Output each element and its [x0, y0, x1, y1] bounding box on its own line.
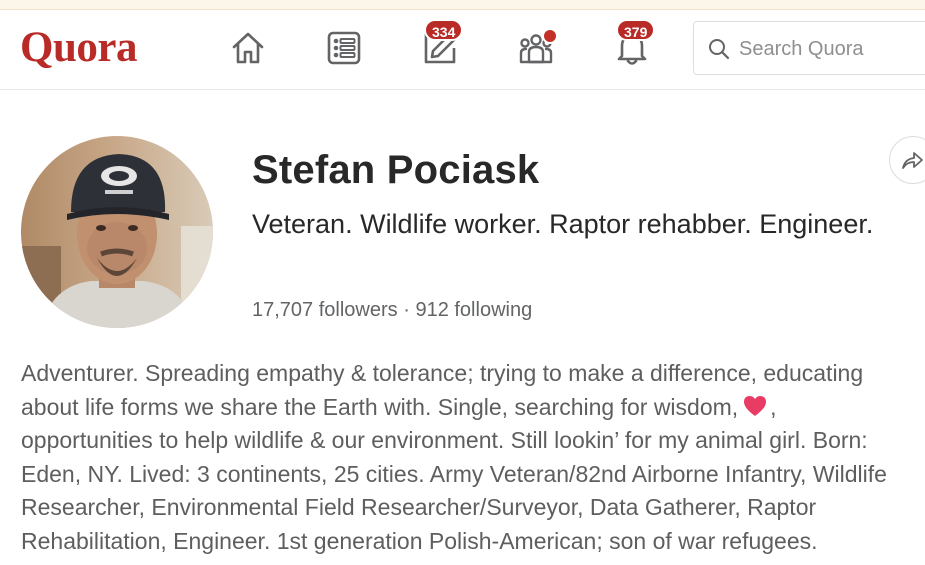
top-strip — [0, 0, 925, 10]
bio-line: Eden, NY. Lived: 3 continents, 25 cities… — [21, 460, 887, 487]
quora-logo[interactable]: Quora — [20, 24, 137, 72]
search-placeholder: Search Quora — [739, 38, 864, 60]
search-input[interactable]: Search Quora — [693, 21, 925, 75]
profile-name: Stefan Pociask — [252, 148, 540, 192]
stats-separator: · — [403, 299, 410, 321]
nav-following[interactable] — [322, 26, 366, 70]
followers-link[interactable]: 17,707 followers — [252, 299, 398, 321]
share-arrow-icon — [902, 152, 923, 169]
nav-home[interactable] — [226, 26, 270, 70]
profile-avatar[interactable] — [21, 136, 213, 328]
follow-stats: 17,707 followers · 912 following — [252, 296, 532, 324]
following-link[interactable]: 912 following — [415, 299, 532, 321]
top-nav-bar: Quora 334 379 Search Quora — [0, 10, 925, 90]
following-list-icon — [327, 31, 361, 65]
profile-tagline: Veteran. Wildlife worker. Raptor rehabbe… — [252, 209, 874, 239]
answer-badge: 334 — [424, 19, 464, 41]
home-icon — [232, 32, 264, 64]
bio-line: opportunities to help wildlife & our env… — [21, 427, 868, 454]
bio-line-text: about life forms we share the Earth with… — [21, 393, 739, 420]
heart-icon — [742, 394, 768, 428]
search-icon — [709, 39, 730, 60]
nav-answer[interactable]: 334 — [418, 19, 464, 70]
share-button[interactable] — [889, 136, 925, 184]
bio-line: Adventurer. Spreading empathy & toleranc… — [21, 360, 864, 386]
bio-line: Rehabilitation, Engineer. 1st generation… — [21, 527, 818, 554]
profile-bio: Adventurer. Spreading empathy & toleranc… — [21, 357, 925, 559]
spaces-notification-dot — [542, 28, 558, 44]
nav-spaces[interactable] — [514, 26, 558, 70]
nav-notifications[interactable]: 379 — [610, 19, 656, 70]
bio-line: Researcher, Environmental Field Research… — [21, 494, 817, 521]
avatar-photo — [21, 136, 213, 328]
notifications-badge: 379 — [616, 19, 656, 41]
bio-line-text: , — [770, 393, 777, 420]
bio-line: about life forms we share the Earth with… — [21, 391, 925, 425]
